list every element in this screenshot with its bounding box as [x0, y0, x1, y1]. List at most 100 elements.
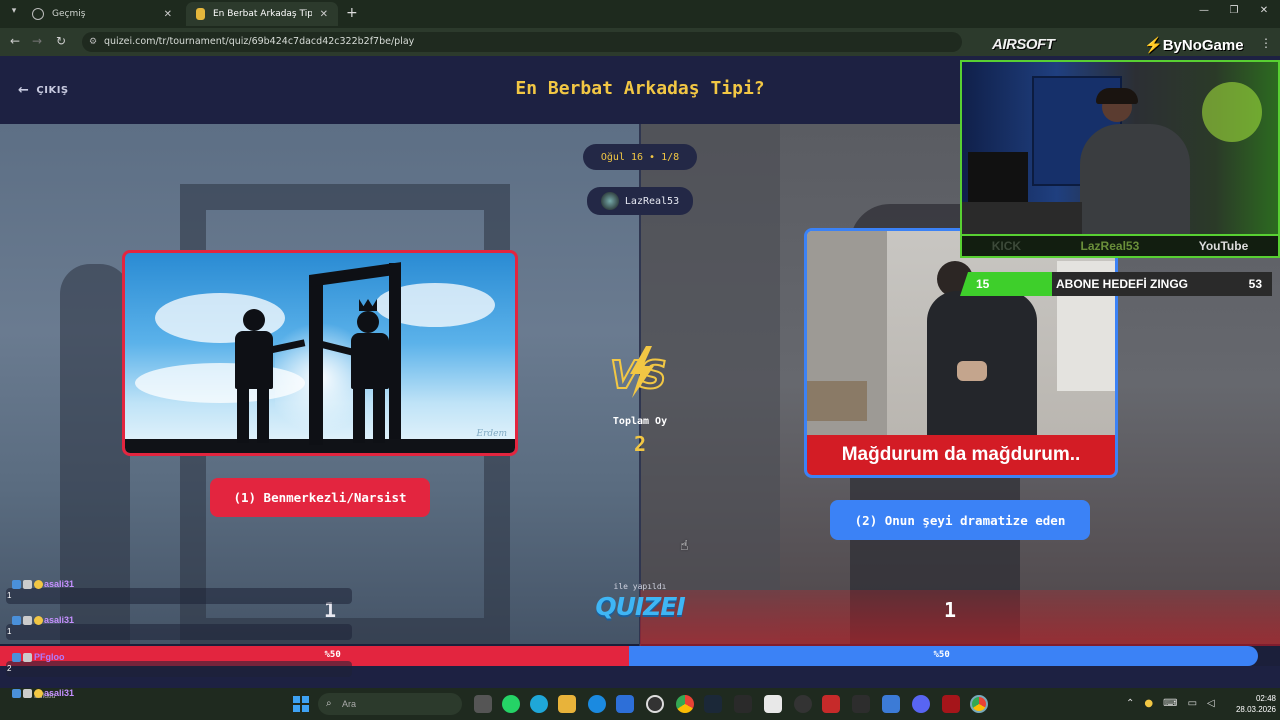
close-tab-icon[interactable]: ✕ [164, 9, 172, 20]
edge-icon[interactable] [588, 695, 606, 713]
right-vote-percent: %50 [933, 650, 950, 660]
reload-icon[interactable]: ↻ [52, 34, 70, 48]
badge-icon [12, 580, 21, 589]
total-votes-label: Toplam Oy [612, 416, 668, 427]
capcut-icon[interactable] [764, 695, 782, 713]
option-right-image[interactable]: Mağdurum da mağdurum.. [804, 228, 1118, 478]
vs-lightning-icon: VS [609, 346, 668, 398]
chat-username: asali31 [44, 688, 75, 698]
discord-icon[interactable] [912, 695, 930, 713]
chat-text: 1 [7, 627, 12, 636]
badge-icon [12, 689, 21, 698]
history-icon [32, 8, 44, 20]
chat-text: 2 [7, 664, 12, 673]
right-vote-count: 1 [943, 598, 957, 622]
exit-button[interactable]: ← ÇIKIŞ [18, 83, 69, 98]
goal-text: ABONE HEDEFİ ZINGG [1056, 277, 1189, 291]
goal-current: 15 [960, 272, 1052, 296]
back-arrow-icon[interactable]: ← [6, 34, 24, 48]
user-badge: LazReal53 [587, 187, 693, 215]
badge-icon [23, 653, 32, 662]
date: 28.03.2026 [1235, 705, 1276, 714]
file-explorer-icon[interactable] [558, 695, 576, 713]
tab-label: Geçmiş [52, 9, 86, 19]
chat-text: 1 [7, 591, 12, 600]
badge-icon [23, 689, 32, 698]
kick-tag: KICK [991, 239, 1022, 253]
sponsor-bynogame-logo: ⚡ByNoGame [1144, 37, 1244, 54]
network-icon[interactable]: ▭ [1188, 698, 1197, 709]
badge-icon [34, 580, 43, 589]
option-right-button[interactable]: (2) Onun şeyi dramatize eden [830, 500, 1090, 540]
badge-icon [23, 580, 32, 589]
quiz-title: En Berbat Arkadaş Tipi? [515, 78, 765, 99]
epic-games-icon[interactable] [852, 695, 870, 713]
goal-target: 53 [1248, 277, 1262, 291]
chrome-active-icon[interactable] [970, 695, 988, 713]
video-editor-icon[interactable] [822, 695, 840, 713]
made-with-label: ile yapıldı [613, 582, 667, 591]
subscriber-goal-bar: 15 ABONE HEDEFİ ZINGG 53 [960, 272, 1272, 296]
game-app-icon[interactable] [734, 695, 752, 713]
avatar [600, 192, 619, 210]
badge-icon [12, 616, 21, 625]
browser-menu-icon[interactable]: ⋮ [1260, 36, 1272, 50]
man-silhouette [243, 309, 265, 331]
chat-username: asali31 [44, 615, 75, 625]
microphone-icon[interactable]: ● [1144, 698, 1153, 709]
app-icon[interactable] [882, 695, 900, 713]
tab-label: En Berbat Arkadaş Tipi? - Tier L [213, 9, 312, 19]
close-tab-icon[interactable]: ✕ [320, 9, 328, 20]
clock[interactable]: 02:48 28.03.2026 [1226, 693, 1276, 715]
url-text: quizei.com/tr/tournament/quiz/69b424c7da… [104, 36, 415, 47]
site-info-icon[interactable]: ⚙ [89, 32, 97, 52]
keyboard-icon[interactable]: ⌨ [1163, 698, 1177, 709]
whatsapp-icon[interactable] [502, 695, 520, 713]
chevron-up-icon[interactable]: ⌃ [1126, 698, 1134, 709]
url-field[interactable]: ⚙ quizei.com/tr/tournament/quiz/69b424c7… [82, 32, 962, 52]
option-left-button[interactable]: (1) Benmerkezli/Narsist [210, 478, 430, 517]
maximize-icon[interactable]: ❐ [1222, 5, 1246, 16]
store-icon[interactable] [616, 695, 634, 713]
close-window-icon[interactable]: ✕ [1252, 5, 1276, 16]
copilot-icon[interactable] [530, 695, 548, 713]
tab-quiz[interactable]: En Berbat Arkadaş Tipi? - Tier L ✕ [186, 2, 338, 26]
round-indicator: Oğul 16 • 1/8 [583, 144, 697, 170]
minimize-icon[interactable]: — [1192, 5, 1216, 16]
crown-icon [359, 299, 377, 311]
chat-username: asali31 [44, 579, 75, 589]
option-left-image[interactable]: Erdem [122, 250, 518, 456]
stream-platform-tags: KICK LazReal53 YouTube [960, 236, 1280, 258]
badge-icon [23, 616, 32, 625]
tab-history[interactable]: Geçmiş ✕ [22, 2, 182, 26]
tab-search-icon[interactable]: ▾ [6, 6, 22, 22]
system-tray: ⌃ ● ⌨ ▭ ◁ [1126, 698, 1215, 709]
channel-tag: LazReal53 [1080, 239, 1140, 253]
chrome-icon[interactable] [676, 695, 694, 713]
badge-icon [34, 616, 43, 625]
speedometer-icon[interactable] [794, 695, 812, 713]
badge-icon [12, 653, 21, 662]
sponsor-airsoft-logo: AIRSOFT [992, 36, 1055, 53]
forward-arrow-icon[interactable]: → [28, 34, 46, 48]
total-votes-value: 2 [633, 432, 647, 456]
chat-message: asali31 [6, 688, 354, 709]
badge-icon [34, 689, 43, 698]
bynogame-mark-icon: ⚡ [1144, 37, 1163, 54]
app-icon[interactable] [942, 695, 960, 713]
new-tab-button[interactable]: + [346, 5, 358, 21]
chat-message: asali31 1 [6, 579, 354, 604]
app-icon[interactable] [646, 695, 664, 713]
mouse-cursor-icon: ☝ [680, 538, 689, 554]
volume-icon[interactable]: ◁ [1207, 698, 1215, 709]
arrow-left-icon: ← [18, 83, 30, 98]
mirror-frame-left [309, 275, 323, 445]
quizei-logo[interactable]: QUIZEI [580, 592, 700, 621]
goal-track: ABONE HEDEFİ ZINGG 53 [1052, 272, 1272, 296]
task-view-icon[interactable] [474, 695, 492, 713]
youtube-tag: YouTube [1198, 239, 1249, 253]
chat-message: PFgloo 2 [6, 652, 354, 677]
steam-icon[interactable] [704, 695, 722, 713]
chat-username: PFgloo [34, 652, 65, 662]
time: 02:48 [1255, 694, 1276, 703]
